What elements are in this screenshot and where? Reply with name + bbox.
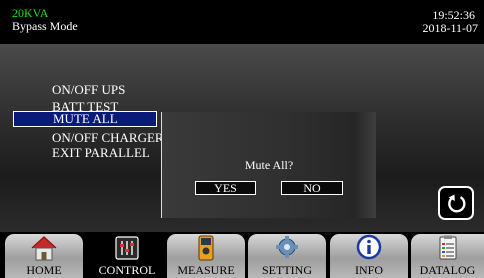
tab-label-home: HOME [26, 263, 62, 277]
bottom-tab-bar: HOME CONTROL MEASURE SETTING INFO DATALO… [0, 232, 484, 278]
confirm-dialog: Mute All? [161, 112, 376, 218]
tab-label-measure: MEASURE [177, 263, 235, 277]
tab-home[interactable]: HOME [5, 234, 83, 278]
tab-label-control: CONTROL [98, 263, 156, 277]
menu-item-mute-all[interactable]: MUTE ALL [13, 111, 157, 127]
yes-button[interactable]: YES [195, 181, 256, 195]
control-panel: ON/OFF UPS BATT TEST MUTE ALL ON/OFF CHA… [0, 44, 484, 232]
back-arrow-icon [448, 194, 466, 213]
tab-label-info: INFO [354, 263, 383, 277]
sliders-icon [115, 236, 139, 260]
menu-item-onoff-charger[interactable]: ON/OFF CHARGER [52, 131, 164, 144]
operating-mode-label: Bypass Mode [12, 19, 78, 33]
no-button[interactable]: NO [281, 181, 343, 195]
tab-setting[interactable]: SETTING [248, 234, 326, 278]
dialog-message: Mute All? [244, 158, 294, 172]
tab-label-datalog: DATALOG [419, 263, 476, 277]
menu-item-onoff-ups[interactable]: ON/OFF UPS [52, 83, 125, 96]
tab-control[interactable]: CONTROL [88, 234, 166, 278]
tab-label-setting: SETTING [262, 263, 312, 277]
menu-item-exit-parallel[interactable]: EXIT PARALLEL [52, 146, 150, 159]
clock-date: 2018-11-07 [422, 21, 478, 35]
home-icon [31, 236, 57, 261]
status-header: 20KVA Bypass Mode 19:52:36 2018-11-07 [0, 0, 484, 44]
info-icon [356, 234, 382, 260]
clipboard-icon [439, 235, 456, 260]
back-button[interactable] [438, 186, 474, 220]
tab-measure[interactable]: MEASURE [167, 234, 245, 278]
gear-icon [276, 236, 298, 258]
tab-info[interactable]: INFO [330, 234, 408, 278]
multimeter-icon [198, 235, 214, 261]
tab-datalog[interactable]: DATALOG [411, 234, 484, 278]
